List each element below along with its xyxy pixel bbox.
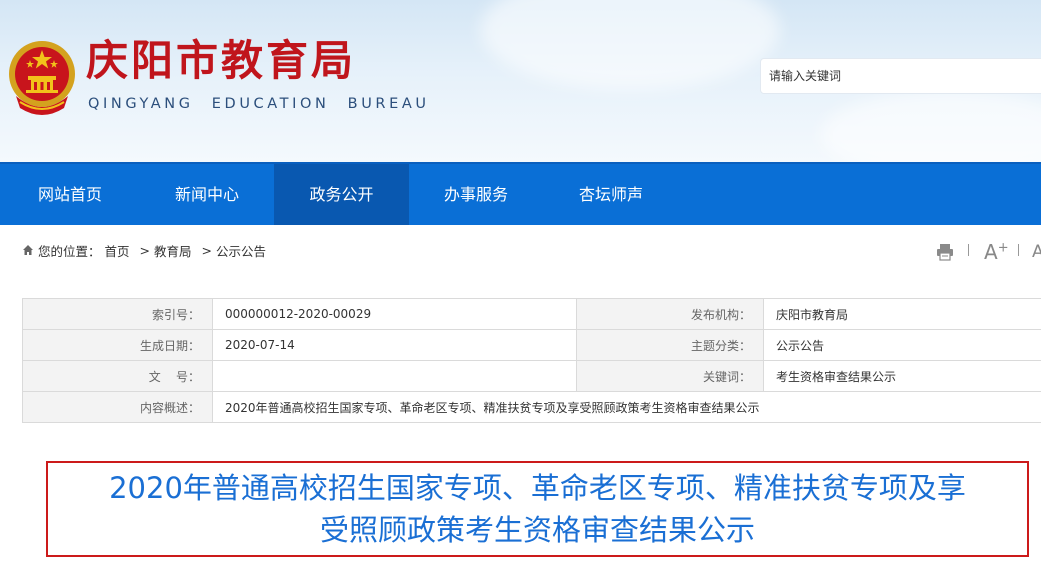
font-increase-button[interactable]: A+	[984, 240, 1009, 264]
search-box	[760, 58, 1041, 94]
tools-divider	[1018, 244, 1019, 256]
summary-label: 内容概述：	[22, 391, 213, 423]
breadcrumb-link-home[interactable]: 首页	[105, 241, 130, 260]
nav-item-services[interactable]: 办事服务	[409, 164, 543, 225]
main-nav: 网站首页 新闻中心 政务公开 办事服务 杏坛师声	[0, 162, 1041, 225]
home-icon	[23, 245, 33, 255]
print-icon[interactable]	[936, 243, 954, 261]
category-label: 主题分类：	[576, 329, 764, 361]
font-decrease-button[interactable]: A	[1032, 242, 1041, 262]
keywords-value: 考生资格审查结果公示	[763, 360, 1041, 392]
table-row: 文 号： 关键词： 考生资格审查结果公示	[22, 360, 1041, 392]
docno-value	[212, 360, 577, 392]
publisher-label: 发布机构：	[576, 298, 764, 330]
article-title-line-1: 2020年普通高校招生国家专项、革命老区专项、精准扶贫专项及享	[109, 471, 966, 505]
breadcrumb-prefix: 您的位置：	[38, 243, 101, 259]
article-title-line-2: 受照顾政策考生资格审查结果公示	[319, 513, 755, 547]
breadcrumb-link-notices[interactable]: 公示公告	[216, 241, 266, 260]
date-label: 生成日期：	[22, 329, 213, 361]
table-row: 内容概述： 2020年普通高校招生国家专项、革命老区专项、精准扶贫专项及享受照顾…	[22, 391, 1041, 423]
index-label: 索引号：	[22, 298, 213, 330]
search-input[interactable]	[761, 59, 1041, 93]
document-meta-table: 索引号： 000000012-2020-00029 发布机构： 庆阳市教育局 生…	[22, 298, 1041, 423]
tools-divider	[968, 244, 969, 256]
site-header: 庆阳市教育局 QINGYANG EDUCATION BUREAU	[0, 0, 1041, 162]
nav-item-news[interactable]: 新闻中心	[140, 164, 274, 225]
nav-item-home[interactable]: 网站首页	[0, 164, 140, 225]
page-tools: A+ A	[934, 238, 1041, 266]
site-subtitle: QINGYANG EDUCATION BUREAU	[88, 96, 430, 112]
table-row: 生成日期： 2020-07-14 主题分类： 公示公告	[22, 329, 1041, 361]
summary-value: 2020年普通高校招生国家专项、革命老区专项、精准扶贫专项及享受照顾政策考生资格…	[212, 391, 1041, 423]
header-cloud-decoration	[480, 0, 780, 90]
header-cloud-decoration	[820, 90, 1041, 162]
nav-item-teachers-voice[interactable]: 杏坛师声	[543, 164, 679, 225]
keywords-label: 关键词：	[576, 360, 764, 392]
category-value: 公示公告	[763, 329, 1041, 361]
font-increase-sign: +	[997, 240, 1009, 256]
site-title: 庆阳市教育局	[86, 36, 357, 85]
article-title: 2020年普通高校招生国家专项、革命老区专项、精准扶贫专项及享 受照顾政策考生资…	[46, 461, 1029, 557]
publisher-value: 庆阳市教育局	[763, 298, 1041, 330]
breadcrumb-separator: >	[201, 242, 213, 258]
index-value: 000000012-2020-00029	[212, 298, 577, 330]
font-increase-letter: A	[984, 240, 998, 264]
table-row: 索引号： 000000012-2020-00029 发布机构： 庆阳市教育局	[22, 298, 1041, 330]
docno-label: 文 号：	[22, 360, 213, 392]
nav-item-government-affairs[interactable]: 政务公开	[274, 164, 409, 225]
date-value: 2020-07-14	[212, 329, 577, 361]
breadcrumb-separator: >	[139, 242, 151, 258]
national-emblem-icon	[9, 41, 75, 115]
breadcrumb: 您的位置： 首页 > 教育局 > 公示公告	[22, 240, 266, 260]
breadcrumb-link-bureau[interactable]: 教育局	[154, 241, 192, 260]
